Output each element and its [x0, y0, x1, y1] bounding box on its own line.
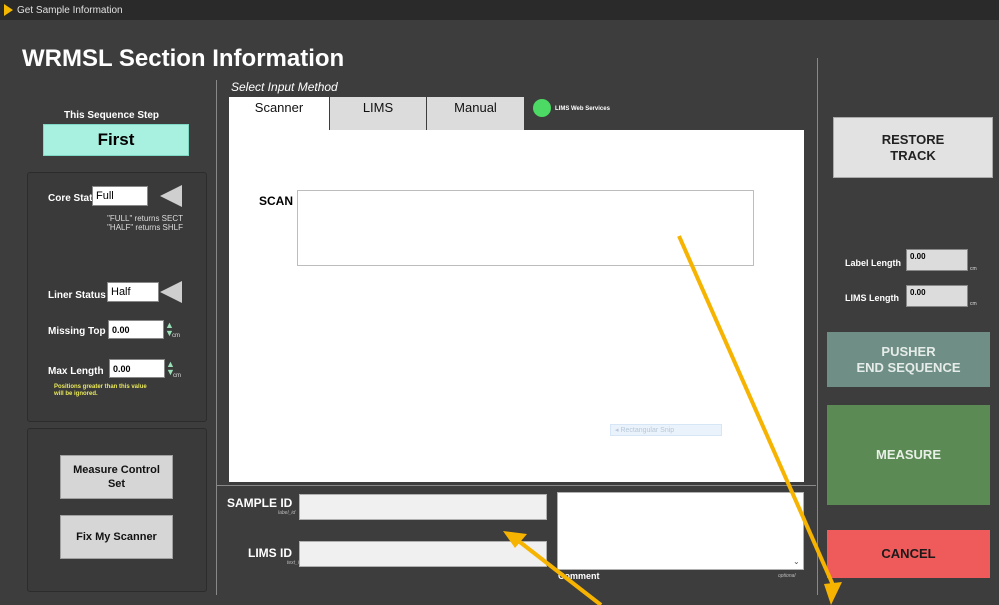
- comment-label: Comment: [558, 571, 600, 581]
- sample-id-input[interactable]: [299, 494, 547, 520]
- max-length-unit: cm: [173, 373, 181, 379]
- select-input-method-label: Select Input Method: [231, 80, 338, 94]
- comment-scroll-down-icon[interactable]: ⌄: [793, 557, 800, 566]
- lims-length-unit: cm: [970, 301, 977, 307]
- comment-input[interactable]: [557, 492, 804, 570]
- tab-lims[interactable]: LIMS: [330, 97, 426, 130]
- missing-top-label: Missing Top: [48, 326, 106, 337]
- lims-length-label: LIMS Length: [845, 293, 899, 303]
- comment-optional-label: optional: [778, 573, 796, 579]
- sequence-label: This Sequence Step: [64, 110, 160, 121]
- snip-arrow-icon: ◂: [615, 427, 619, 434]
- lims-length-field: 0.00: [906, 285, 968, 307]
- page-title: WRMSL Section Information: [22, 45, 345, 72]
- lims-status-indicator-icon: [533, 99, 551, 117]
- core-status-field[interactable]: Full: [92, 186, 148, 206]
- lims-id-label: LIMS ID: [248, 546, 292, 560]
- divider-right: [817, 58, 818, 595]
- label-length-field: 0.00: [906, 249, 968, 271]
- lims-id-input[interactable]: [299, 541, 547, 567]
- restore-track-button[interactable]: RESTORE TRACK: [833, 117, 993, 178]
- label-length-label: Label Length: [845, 258, 901, 268]
- label-length-unit: cm: [970, 266, 977, 272]
- lims-web-services-label: LIMS Web Services: [555, 106, 610, 112]
- max-length-field[interactable]: 0.00: [109, 359, 165, 378]
- rectangular-snip-hint: ◂ Rectangular Snip: [610, 424, 722, 436]
- max-length-note-2: will be ignored.: [54, 391, 98, 397]
- tools-panel: [27, 428, 207, 592]
- missing-top-unit: cm: [172, 333, 180, 339]
- tab-scanner[interactable]: Scanner: [229, 97, 329, 130]
- max-length-note-1: Positions greater than this value: [54, 384, 147, 390]
- tab-manual[interactable]: Manual: [427, 97, 524, 130]
- core-status-arrow-icon[interactable]: [160, 185, 182, 207]
- liner-status-label: Liner Status: [48, 290, 106, 301]
- missing-top-field[interactable]: 0.00: [108, 320, 164, 339]
- window-title: Get Sample Information: [17, 5, 123, 16]
- measure-control-set-button[interactable]: Measure Control Set: [60, 455, 173, 499]
- cancel-button[interactable]: CANCEL: [827, 530, 990, 578]
- sequence-value: First: [43, 124, 189, 156]
- measure-button[interactable]: MEASURE: [827, 405, 990, 505]
- liner-status-field[interactable]: Half: [107, 282, 159, 302]
- core-status-note-2: "HALF" returns SHLF: [107, 223, 183, 232]
- fix-my-scanner-button[interactable]: Fix My Scanner: [60, 515, 173, 559]
- max-length-label: Max Length: [48, 366, 104, 377]
- scan-label: SCAN: [259, 194, 294, 208]
- divider-bottom: [216, 485, 816, 486]
- divider-left: [216, 80, 217, 595]
- liner-status-arrow-icon[interactable]: [160, 281, 182, 303]
- sample-id-sublabel: label_id: [278, 510, 296, 516]
- title-bar: Get Sample Information: [0, 0, 999, 20]
- core-status-note-1: "FULL" returns SECT: [107, 214, 183, 223]
- app-logo-icon: [4, 4, 13, 16]
- scan-input[interactable]: [297, 190, 754, 266]
- sample-id-label: SAMPLE ID: [227, 496, 293, 510]
- pusher-end-sequence-button[interactable]: PUSHER END SEQUENCE: [827, 332, 990, 387]
